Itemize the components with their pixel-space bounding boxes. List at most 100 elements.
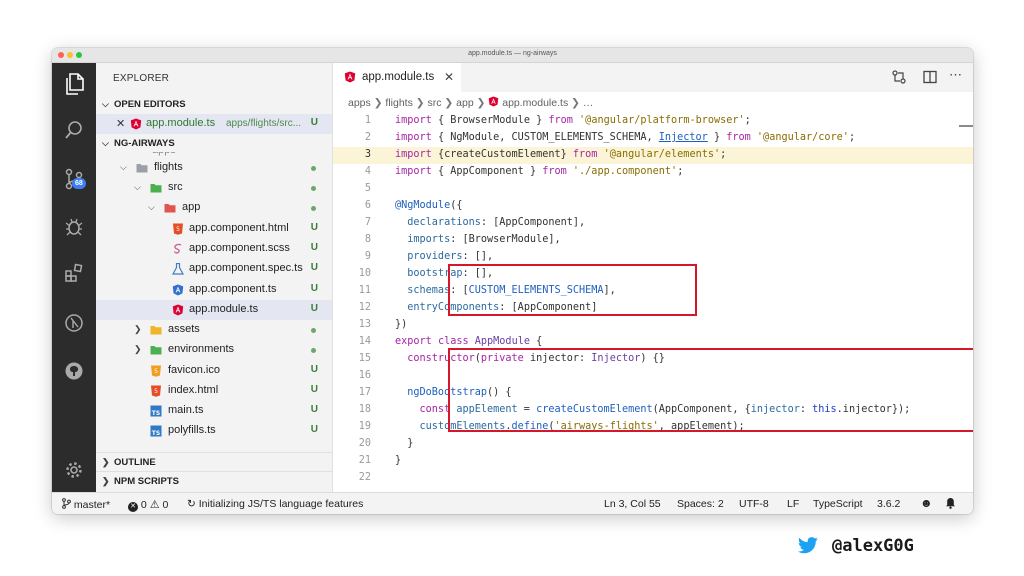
test-flask-icon — [172, 263, 184, 275]
untracked-status: U — [310, 404, 318, 415]
open-editor-path: apps/flights/src... — [226, 118, 302, 129]
warning-count: 0 — [162, 499, 169, 511]
tree-item-label: environments — [168, 343, 235, 355]
breadcrumb-more[interactable]: … — [583, 97, 594, 109]
source-control-badge: 68 — [72, 178, 86, 189]
tree-item-app-component-spec[interactable]: app.component.spec.ts U — [96, 259, 332, 279]
more-actions-icon[interactable]: ⋯ — [949, 67, 962, 83]
git-graph-icon[interactable] — [62, 311, 86, 335]
chevron-right-icon: ❯ — [134, 344, 142, 354]
close-editor-icon[interactable]: ✕ — [116, 117, 125, 130]
tree-item-app-component-scss[interactable]: app.component.scss U — [96, 239, 332, 259]
notifications-bell-icon[interactable] — [945, 497, 956, 512]
error-count: 0 — [140, 499, 147, 511]
untracked-status: U — [310, 384, 318, 395]
branch-icon — [62, 498, 71, 509]
extensions-icon[interactable] — [62, 261, 86, 285]
cursor-position[interactable]: Ln 3, Col 55 — [604, 498, 661, 510]
close-tab-icon[interactable]: ✕ — [444, 70, 454, 84]
favicon-file-icon: 5 — [151, 365, 161, 377]
ts-version[interactable]: 3.6.2 — [877, 498, 900, 510]
npm-scripts-section[interactable]: ❯ NPM SCRIPTS — [96, 471, 332, 490]
modified-dot — [311, 348, 316, 353]
task-indicator[interactable]: ↻ Initializing JS/TS language features — [187, 498, 363, 510]
line-number: 16 — [358, 370, 371, 381]
github-icon[interactable] — [62, 359, 86, 383]
twitter-bird-icon — [798, 537, 818, 554]
modified-dot — [311, 328, 316, 333]
line-number: 19 — [358, 421, 371, 432]
breadcrumb-src[interactable]: src — [428, 97, 442, 109]
npm-scripts-label: NPM SCRIPTS — [114, 476, 179, 487]
svg-text:5: 5 — [154, 388, 158, 395]
tree-item-app-component-html[interactable]: 5 app.component.html U — [96, 219, 332, 239]
line-ending[interactable]: LF — [787, 498, 799, 510]
project-section[interactable]: ⌵ NG-AIRWAYS — [96, 135, 332, 153]
line-number: 14 — [358, 336, 371, 347]
angular-file-icon — [172, 304, 184, 316]
tab-label: app.module.ts — [362, 71, 435, 83]
angular-file-icon — [130, 118, 142, 130]
open-editor-item[interactable]: ✕ app.module.ts apps/flights/src... U — [96, 114, 332, 134]
tree-item-index-html[interactable]: 5 index.html U — [96, 381, 332, 401]
tree-item-label: app.component.scss — [189, 242, 290, 254]
search-icon[interactable] — [62, 118, 86, 142]
line-number: 4 — [364, 166, 371, 177]
tree-item-app-module-ts[interactable]: app.module.ts U — [96, 300, 332, 320]
untracked-status: U — [310, 222, 318, 233]
language-mode[interactable]: TypeScript — [813, 498, 863, 510]
tree-item-label: favicon.ico — [168, 364, 220, 376]
debug-icon[interactable] — [62, 215, 86, 239]
typescript-file-icon: TS — [150, 405, 162, 417]
angular-file-icon — [344, 71, 356, 83]
feedback-smiley-icon[interactable]: ☻ — [920, 496, 933, 510]
tree-item-label: app.component.spec.ts — [189, 262, 303, 274]
breadcrumb-app[interactable]: app — [456, 97, 474, 109]
code-line: 13 }) — [333, 317, 973, 334]
tree-item-label: app.component.ts — [189, 283, 277, 295]
sidebar-title: EXPLORER — [113, 73, 170, 84]
branch-indicator[interactable]: master* — [62, 498, 110, 511]
line-number: 1 — [364, 115, 371, 126]
tree-item-label: app — [182, 201, 201, 213]
line-number: 15 — [358, 353, 371, 364]
compare-changes-icon[interactable] — [892, 70, 906, 89]
tab-bar: app.module.ts ✕ ⋯ — [333, 63, 973, 92]
outline-section[interactable]: ❯ OUTLINE — [96, 452, 332, 471]
open-editors-section[interactable]: ⌵ OPEN EDITORS — [96, 96, 332, 114]
line-number: 8 — [364, 234, 371, 245]
tree-item-app-component-ts[interactable]: app.component.ts U — [96, 280, 332, 300]
code-line-current: 3 import {createCustomElement} from '@an… — [333, 147, 973, 164]
breadcrumb-flights[interactable]: flights — [385, 97, 412, 109]
project-label: NG-AIRWAYS — [114, 138, 175, 149]
tree-item-flights[interactable]: ⌵ flights — [96, 158, 332, 178]
svg-text:5: 5 — [154, 368, 158, 375]
encoding[interactable]: UTF-8 — [739, 498, 769, 510]
modified-dot — [311, 186, 316, 191]
tree-item-label: polyfills.ts — [168, 424, 216, 436]
tab-app-module[interactable]: app.module.ts ✕ — [333, 63, 461, 92]
tree-item-polyfills-ts[interactable]: TS polyfills.ts U — [96, 421, 332, 441]
tree-item-app[interactable]: ⌵ app — [96, 198, 332, 218]
tree-item-main-ts[interactable]: TS main.ts U — [96, 401, 332, 421]
settings-gear-icon[interactable] — [62, 458, 86, 482]
tree-item-favicon[interactable]: 5 favicon.ico U — [96, 361, 332, 381]
split-editor-icon[interactable] — [923, 70, 937, 89]
chevron-down-icon: ⌵ — [120, 162, 127, 172]
breadcrumb-file[interactable]: app.module.ts — [502, 97, 568, 109]
tree-item-environments[interactable]: ❯ environments — [96, 340, 332, 360]
breadcrumb-apps[interactable]: apps — [348, 97, 371, 109]
line-number: 10 — [358, 268, 371, 279]
indentation[interactable]: Spaces: 2 — [677, 498, 724, 510]
error-icon: ✕ — [128, 502, 138, 512]
warning-icon: ⚠ — [149, 499, 160, 511]
untracked-status: U — [310, 242, 318, 253]
line-number: 22 — [358, 472, 371, 483]
assets-folder-icon — [150, 326, 162, 335]
svg-text:5: 5 — [176, 226, 180, 233]
tree-item-src[interactable]: ⌵ src — [96, 178, 332, 198]
tree-item-assets[interactable]: ❯ assets — [96, 320, 332, 340]
problems-indicator[interactable]: ✕ 0 ⚠ 0 — [128, 498, 168, 512]
explorer-icon[interactable] — [62, 72, 86, 96]
tree-item-label: app.component.html — [189, 222, 289, 234]
